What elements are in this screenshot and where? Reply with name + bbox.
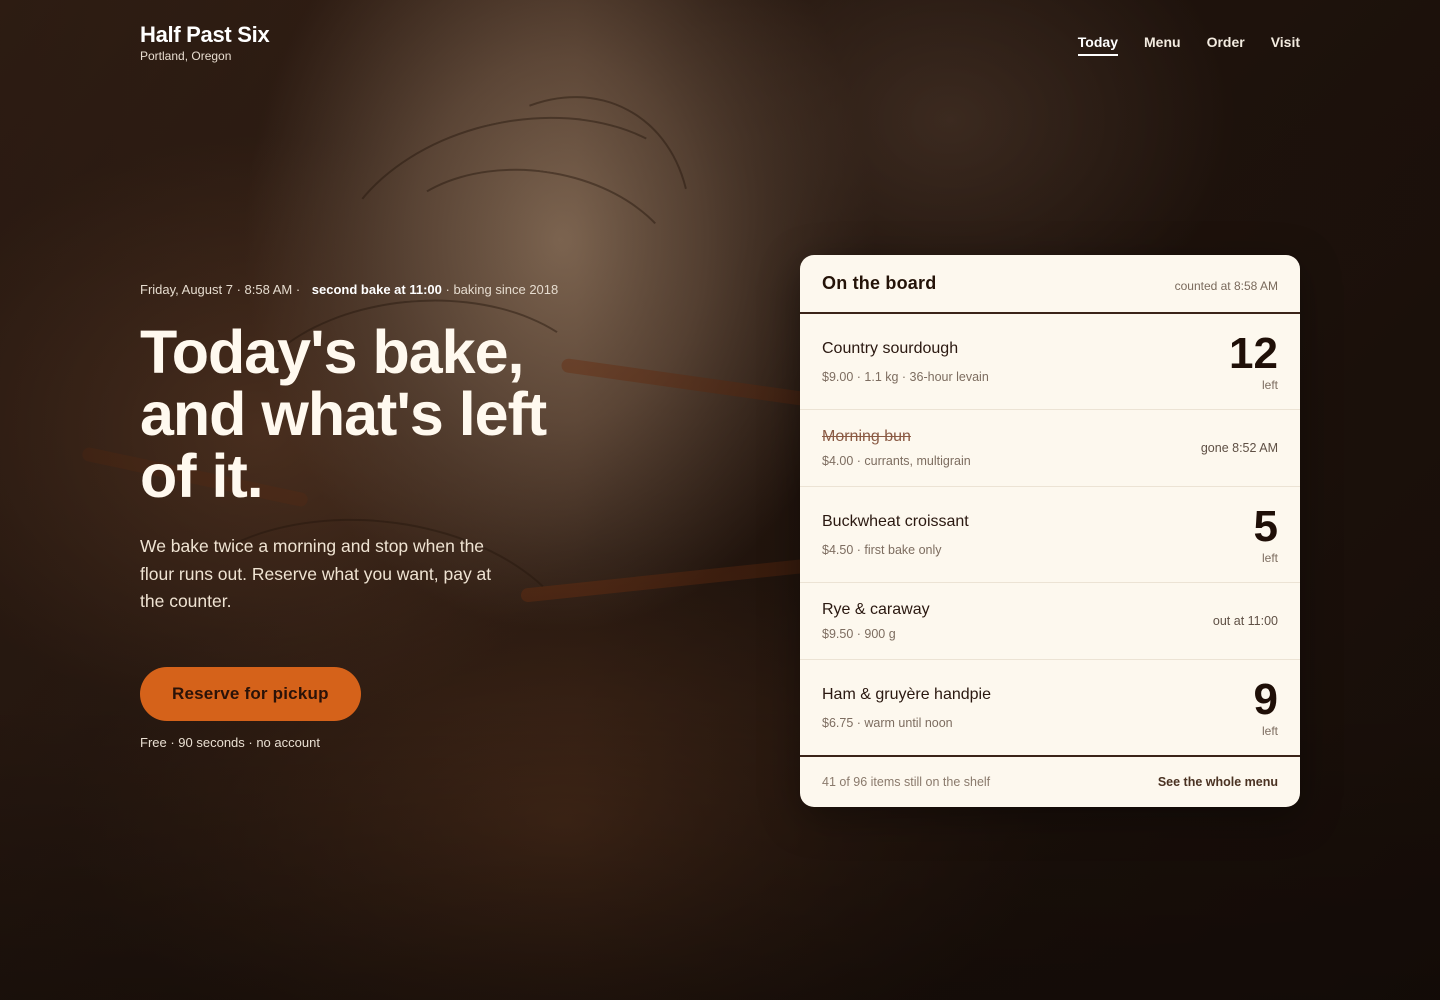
- nav-today[interactable]: Today: [1077, 34, 1118, 56]
- hero-date-time: Friday, August 7 · 8:58 AM ·: [140, 282, 301, 297]
- reserve-for-pickup-button[interactable]: Reserve for pickup: [140, 667, 361, 721]
- item-name: Country sourdough: [822, 339, 959, 357]
- board-item[interactable]: Buckwheat croissant $4.50 · first bake o…: [800, 487, 1300, 583]
- item-detail: $9.50 · 900 g: [822, 627, 896, 641]
- stock-unit: left: [1261, 550, 1278, 565]
- board-title: On the board: [822, 273, 937, 293]
- board-item[interactable]: Ham & gruyère handpie $6.75 · warm until…: [800, 660, 1300, 757]
- stock-number: 12: [1229, 328, 1278, 378]
- brand[interactable]: Half Past Six Portland, Oregon: [140, 22, 270, 63]
- brand-name[interactable]: Half Past Six: [140, 22, 270, 48]
- main-nav: Today Menu Order Visit: [1077, 34, 1300, 56]
- cta-note: Free · 90 seconds · no account: [140, 735, 320, 750]
- board-item[interactable]: Country sourdough $9.00 · 1.1 kg · 36-ho…: [800, 314, 1300, 410]
- stock-number: 9: [1253, 674, 1278, 724]
- stock-count: 12 left: [1229, 328, 1278, 392]
- brand-city: Portland, Oregon: [140, 49, 232, 63]
- item-detail: $6.75 · warm until noon: [822, 715, 953, 730]
- hero-lede: We bake twice a morning and stop when th…: [140, 536, 492, 611]
- shelf-count: 41 of 96 items still on the shelf: [822, 775, 991, 789]
- see-whole-menu-link[interactable]: See the whole menu: [1158, 775, 1278, 789]
- stock-count: 9 left: [1253, 674, 1278, 738]
- hero: Friday, August 7 · 8:58 AM · second bake…: [140, 282, 620, 750]
- stock-unit: left: [1261, 723, 1278, 738]
- nav-visit[interactable]: Visit: [1271, 34, 1300, 56]
- item-name: Ham & gruyère handpie: [822, 685, 991, 703]
- stock-number: 5: [1253, 501, 1278, 551]
- stock-status: out at 11:00: [1212, 614, 1278, 628]
- board-counted-at: counted at 8:58 AM: [1174, 278, 1278, 293]
- item-name: Buckwheat croissant: [822, 512, 969, 530]
- hero-meta: Friday, August 7 · 8:58 AM · second bake…: [140, 282, 620, 297]
- item-detail: $4.00 · currants, multigrain: [822, 454, 971, 468]
- item-name: Rye & caraway: [822, 601, 930, 618]
- board-header: On the board counted at 8:58 AM: [800, 255, 1300, 314]
- board-card: On the board counted at 8:58 AM Country …: [800, 255, 1300, 807]
- board-footer: 41 of 96 items still on the shelf See th…: [800, 757, 1300, 807]
- board-item[interactable]: Rye & caraway $9.50 · 900 g out at 11:00: [800, 583, 1300, 660]
- hero-second-bake: second bake at 11:00: [311, 282, 442, 297]
- board-item[interactable]: Morning bun $4.00 · currants, multigrain…: [800, 410, 1300, 487]
- hero-baking-since: · baking since 2018: [445, 282, 559, 297]
- hero-headline: Today's bake, and what's left of it.: [140, 318, 547, 510]
- item-name-sold-out: Morning bun: [822, 428, 911, 445]
- nav-order[interactable]: Order: [1207, 34, 1245, 56]
- item-detail: $9.00 · 1.1 kg · 36-hour levain: [822, 369, 989, 384]
- nav-menu[interactable]: Menu: [1144, 34, 1181, 56]
- item-detail: $4.50 · first bake only: [822, 542, 942, 557]
- stock-status: gone 8:52 AM: [1200, 441, 1278, 455]
- stock-count: 5 left: [1253, 501, 1278, 565]
- stock-unit: left: [1261, 377, 1278, 392]
